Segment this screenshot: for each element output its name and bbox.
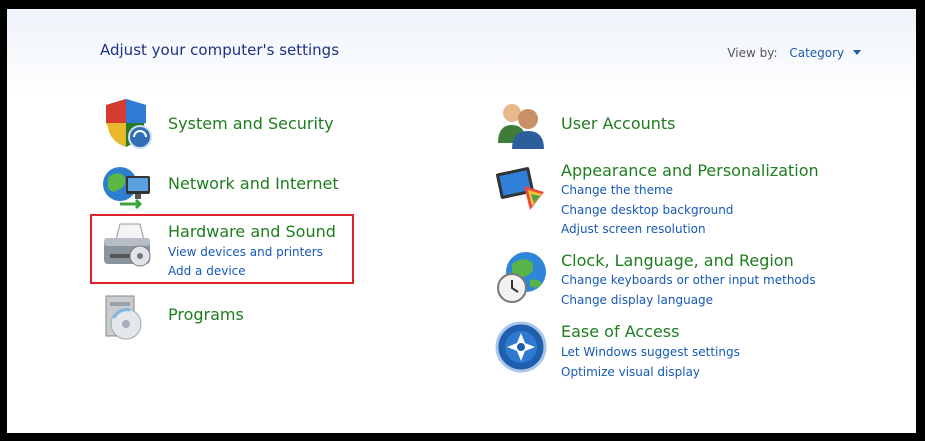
network-globe-icon[interactable] — [100, 160, 154, 214]
add-device-link[interactable]: Add a device — [168, 264, 246, 278]
programs-link[interactable]: Programs — [168, 305, 244, 324]
appearance-personalization-link[interactable]: Appearance and Personalization — [561, 161, 819, 180]
view-by-control: View by: Category — [727, 46, 861, 60]
change-theme-link[interactable]: Change the theme — [561, 183, 673, 197]
let-windows-suggest-settings-link[interactable]: Let Windows suggest settings — [561, 345, 740, 359]
adjust-screen-resolution-link[interactable]: Adjust screen resolution — [561, 222, 706, 236]
clock-globe-icon[interactable] — [494, 250, 548, 304]
printer-icon[interactable] — [100, 220, 154, 274]
view-by-dropdown[interactable]: Category — [789, 46, 844, 60]
system-security-link[interactable]: System and Security — [168, 114, 334, 133]
view-by-label: View by: — [727, 46, 778, 60]
clock-language-region-link[interactable]: Clock, Language, and Region — [561, 251, 794, 270]
change-desktop-background-link[interactable]: Change desktop background — [561, 203, 733, 217]
network-internet-link[interactable]: Network and Internet — [168, 174, 339, 193]
programs-icon[interactable] — [100, 290, 154, 344]
view-devices-printers-link[interactable]: View devices and printers — [168, 245, 323, 259]
user-accounts-icon[interactable] — [494, 97, 548, 151]
appearance-icon[interactable] — [494, 160, 548, 214]
page-title: Adjust your computer's settings — [100, 41, 340, 59]
hardware-sound-link[interactable]: Hardware and Sound — [168, 222, 336, 241]
user-accounts-link[interactable]: User Accounts — [561, 114, 676, 133]
dropdown-caret-icon[interactable] — [853, 50, 861, 55]
ease-of-access-icon[interactable] — [494, 320, 548, 374]
change-keyboards-link[interactable]: Change keyboards or other input methods — [561, 273, 816, 287]
optimize-visual-display-link[interactable]: Optimize visual display — [561, 365, 700, 379]
ease-of-access-link[interactable]: Ease of Access — [561, 322, 679, 341]
change-display-language-link[interactable]: Change display language — [561, 293, 713, 307]
shield-icon[interactable] — [100, 97, 154, 151]
